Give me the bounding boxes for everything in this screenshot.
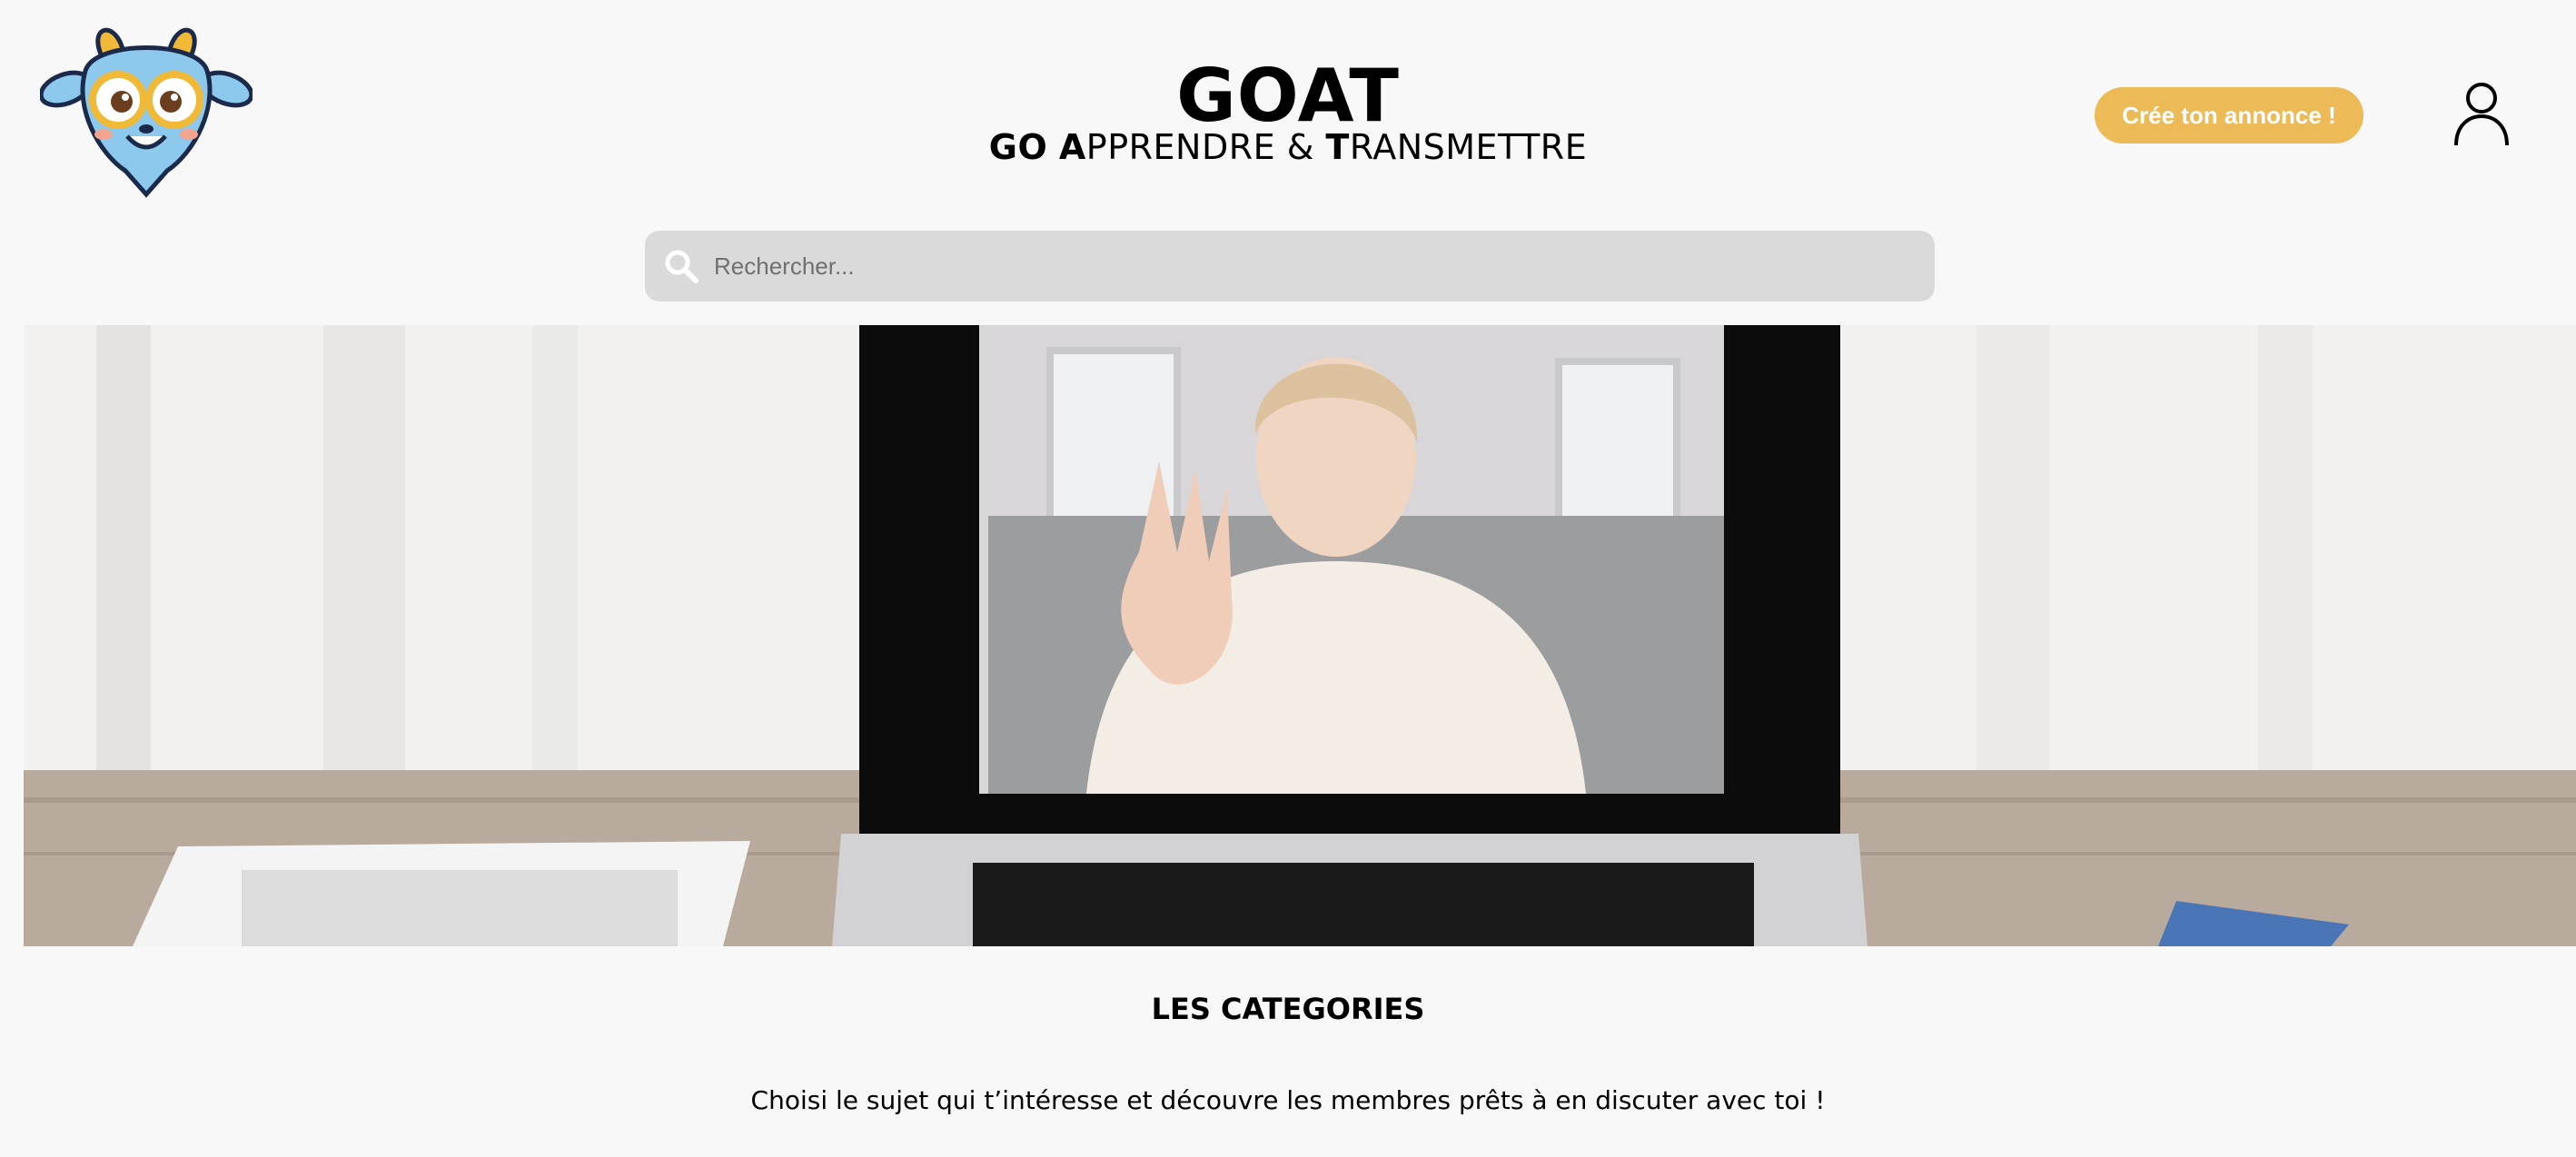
search-bar: [645, 231, 1935, 302]
hero-image: [24, 325, 2576, 946]
categories-description: Choisi le sujet qui t’intéresse et décou…: [750, 1085, 1826, 1115]
tagline-pprendre: PPRENDRE &: [1085, 127, 1326, 167]
tagline-a: A: [1058, 127, 1086, 167]
tagline-ransmettre: RANSMETTRE: [1349, 127, 1588, 167]
user-profile-button[interactable]: [2452, 82, 2511, 147]
create-listing-button[interactable]: Crée ton annonce !: [2095, 87, 2363, 143]
user-profile-icon: [2454, 83, 2509, 146]
search-input[interactable]: [712, 238, 1935, 294]
categories-title: LES CATEGORIES: [1151, 992, 1425, 1026]
laptop-video-call-illustration: [24, 325, 2576, 946]
tagline-t: T: [1325, 127, 1350, 167]
search-icon: [665, 250, 698, 283]
tagline-go: GO: [988, 127, 1048, 167]
